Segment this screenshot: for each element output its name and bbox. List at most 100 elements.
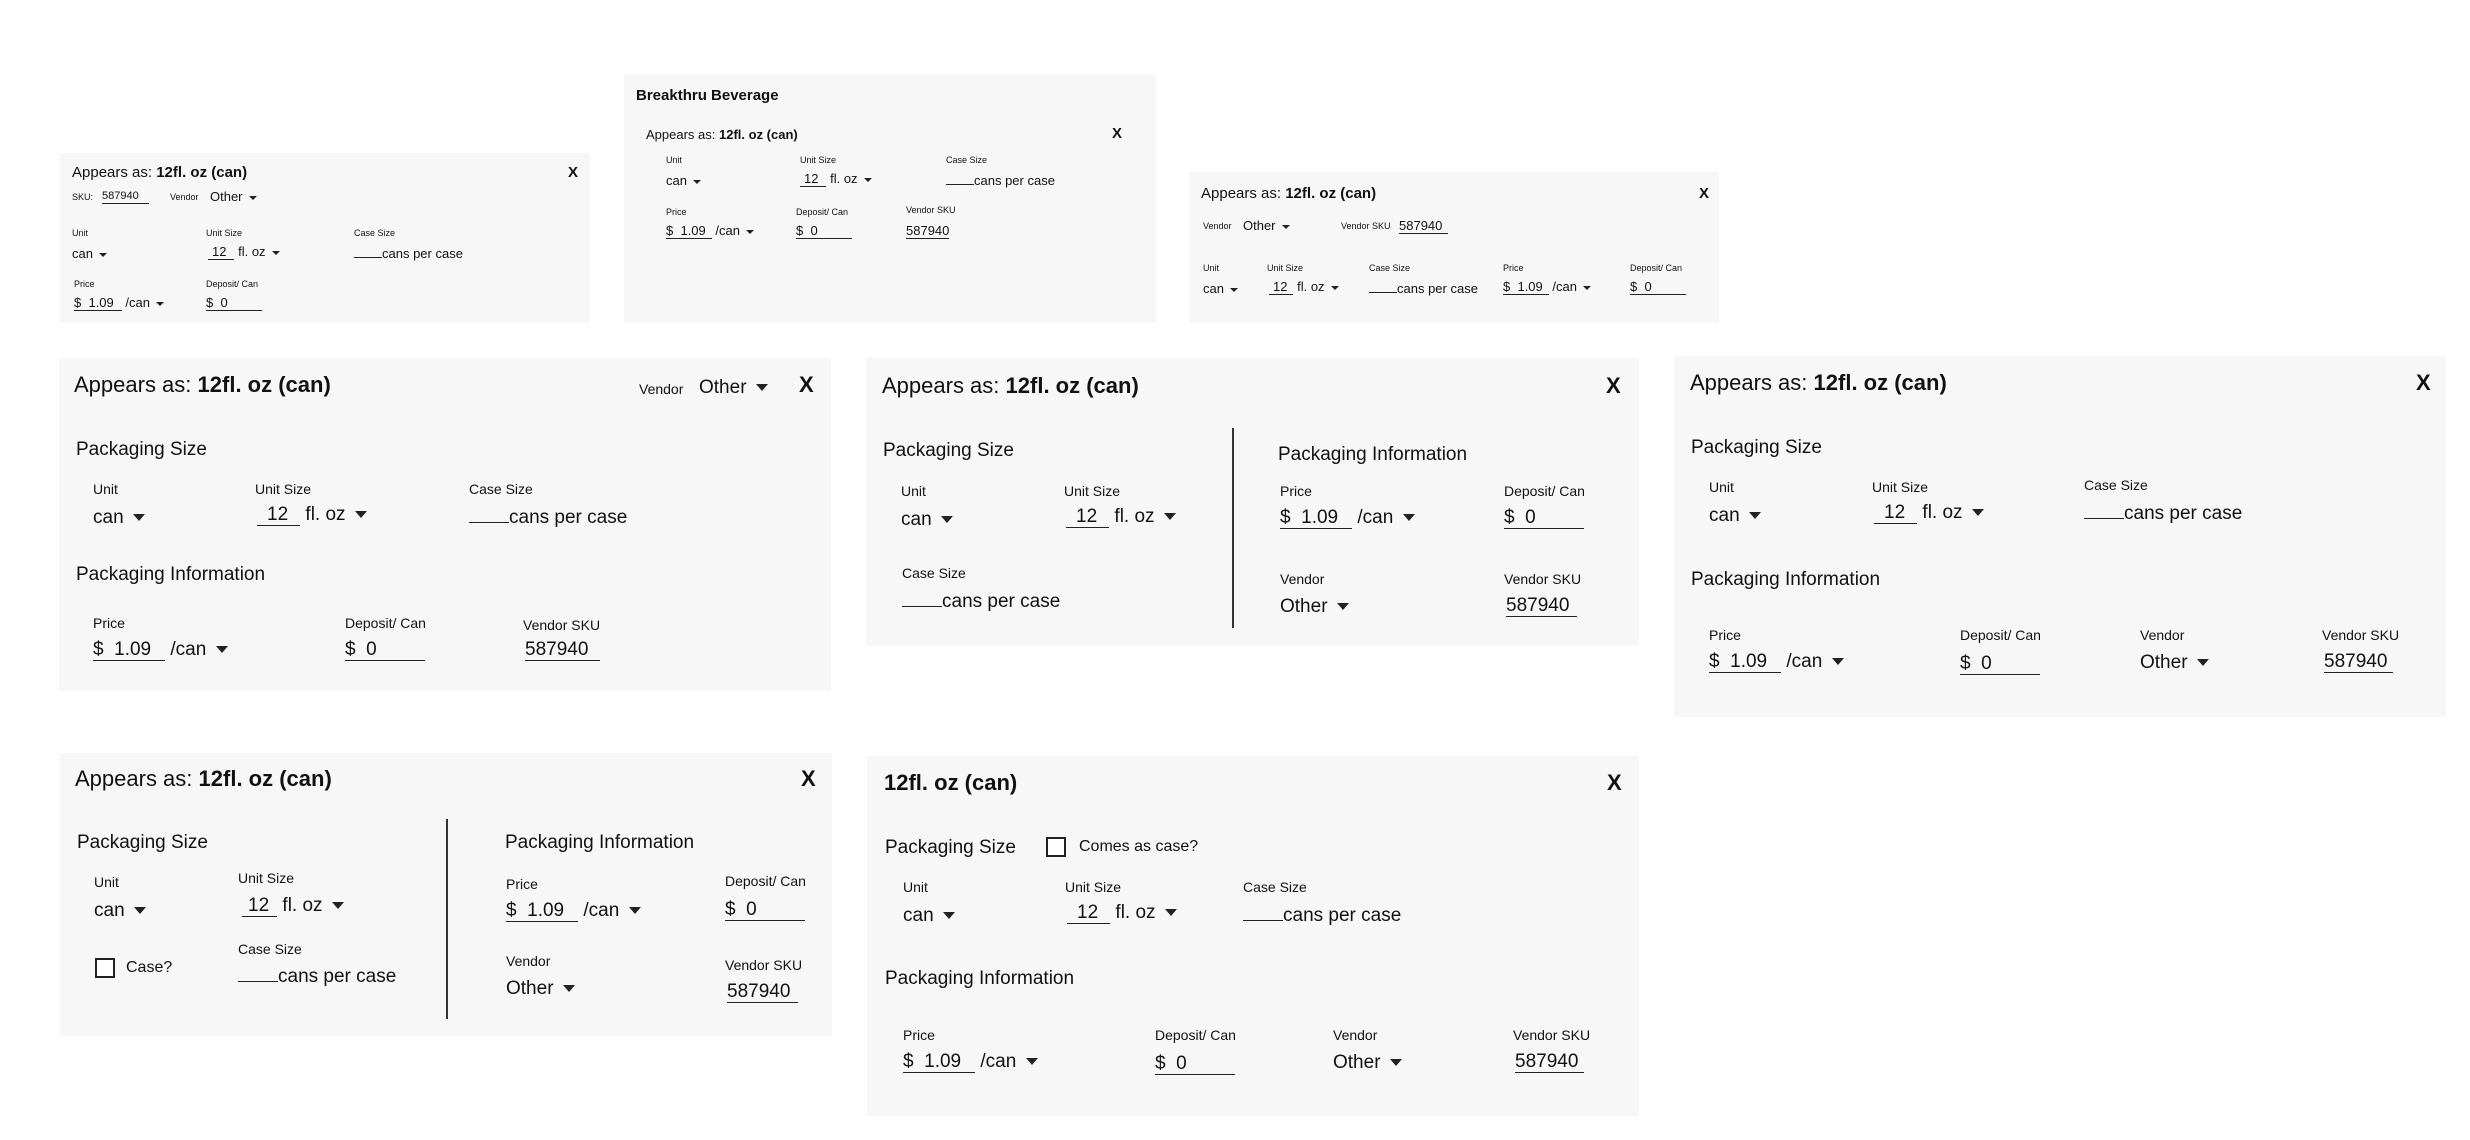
unit-size-field[interactable]: 12 fl. oz <box>800 172 873 187</box>
vendor-label: Vendor <box>506 953 551 969</box>
close-button[interactable]: X <box>568 165 578 180</box>
deposit-field[interactable]: $ 0 <box>796 224 852 239</box>
unit-label: Unit <box>903 879 928 895</box>
vendor-sku-field[interactable]: 587940 <box>525 640 601 661</box>
chevron-down-icon <box>1025 1058 1038 1066</box>
sku-field[interactable]: 587940 <box>102 190 149 204</box>
price-field[interactable]: $ 1.09 /can <box>93 640 228 661</box>
unit-size-field[interactable]: 12 fl. oz <box>1874 503 1985 524</box>
close-button[interactable]: X <box>801 768 816 790</box>
vendor-dropdown[interactable]: Other <box>2140 653 2210 672</box>
packaging-size-title: Packaging Size <box>885 837 1016 858</box>
chevron-down-icon <box>1831 658 1844 666</box>
card-6: Appears as: 12fl. oz (can) X Packaging S… <box>1674 356 2446 717</box>
price-field[interactable]: $ 1.09 /can <box>1503 280 1592 295</box>
case-size-field[interactable]: cans per case <box>902 592 1060 611</box>
price-field[interactable]: $ 1.09 /can <box>74 296 165 311</box>
unit-dropdown[interactable]: can <box>903 906 956 925</box>
close-button[interactable]: X <box>799 374 814 396</box>
unit-dropdown[interactable]: can <box>1203 282 1239 295</box>
deposit-field[interactable]: $ 0 <box>1630 280 1686 295</box>
unit-dropdown[interactable]: can <box>901 510 954 529</box>
packaging-info-title: Packaging Information <box>76 564 266 585</box>
chevron-down-icon <box>1282 224 1291 229</box>
appears-as-heading: Appears as: 12fl. oz (can) <box>882 373 1139 398</box>
mini-card-2: Breakthru Beverage Appears as: 12fl. oz … <box>624 74 1156 323</box>
chevron-down-icon <box>864 177 873 182</box>
close-button[interactable]: X <box>1112 126 1122 141</box>
column-divider <box>446 819 448 1019</box>
price-label: Price <box>1503 263 1524 273</box>
case-size-field[interactable]: cans per case <box>946 174 1055 187</box>
vendor-dropdown[interactable]: Other <box>210 190 258 203</box>
chevron-down-icon <box>746 229 755 234</box>
price-field[interactable]: $ 1.09 /can <box>1709 652 1844 673</box>
unit-size-field[interactable]: 12 fl. oz <box>208 245 281 260</box>
price-field[interactable]: $ 1.09 /can <box>666 224 755 239</box>
unit-size-field[interactable]: 12 fl. oz <box>1067 903 1178 924</box>
price-field[interactable]: $ 1.09 /can <box>1280 508 1415 529</box>
sku-label: SKU: <box>72 192 94 202</box>
vendor-dropdown[interactable]: Other <box>506 979 576 998</box>
unit-dropdown[interactable]: can <box>1709 506 1762 525</box>
case-size-field[interactable]: cans per case <box>1243 906 1401 925</box>
price-field[interactable]: $ 1.09 /can <box>903 1052 1038 1073</box>
chevron-down-icon <box>215 646 228 654</box>
vendor-sku-field[interactable]: 587940 <box>1399 219 1449 234</box>
deposit-field[interactable]: $ 0 <box>1960 654 2040 675</box>
close-button[interactable]: X <box>1699 186 1709 201</box>
chevron-down-icon <box>628 907 641 915</box>
case-size-field[interactable]: cans per case <box>238 967 396 986</box>
vendor-label: Vendor <box>2140 627 2185 643</box>
unit-size-label: Unit Size <box>1065 879 1122 895</box>
unit-dropdown[interactable]: can <box>666 174 702 187</box>
unit-size-field[interactable]: 12 fl. oz <box>1066 507 1177 528</box>
close-button[interactable]: X <box>1606 375 1621 397</box>
unit-dropdown[interactable]: can <box>72 247 108 260</box>
case-checkbox-label: Case? <box>126 959 173 976</box>
case-size-field[interactable]: cans per case <box>354 247 463 260</box>
unit-dropdown[interactable]: can <box>93 508 146 527</box>
appears-as-heading: Appears as: 12fl. oz (can) <box>72 164 248 181</box>
appears-as-heading: Appears as: 12fl. oz (can) <box>1690 370 1947 395</box>
case-size-field[interactable]: cans per case <box>1369 282 1478 295</box>
appears-as-heading: Appears as: 12fl. oz (can) <box>1201 185 1377 202</box>
chevron-down-icon <box>941 516 954 524</box>
vendor-dropdown[interactable]: Other <box>699 378 769 397</box>
vendor-sku-field[interactable]: 587940 <box>1506 596 1578 617</box>
unit-size-field[interactable]: 12 fl. oz <box>257 505 368 526</box>
unit-size-field[interactable]: 12 fl. oz <box>1269 280 1340 295</box>
deposit-field[interactable]: $ 0 <box>1155 1054 1235 1075</box>
chevron-down-icon <box>249 195 258 200</box>
case-size-label: Case Size <box>902 565 966 581</box>
deposit-field[interactable]: $ 0 <box>725 900 805 921</box>
vendor-dropdown[interactable]: Other <box>1280 597 1350 616</box>
vendor-sku-field[interactable]: 587940 <box>1515 1052 1585 1073</box>
vendor-sku-field[interactable]: 587940 <box>2324 652 2394 673</box>
deposit-field[interactable]: $ 0 <box>345 640 425 661</box>
case-size-field[interactable]: cans per case <box>2084 504 2242 523</box>
comes-as-case-checkbox[interactable] <box>1046 837 1066 857</box>
chevron-down-icon <box>563 985 576 993</box>
unit-size-label: Unit Size <box>800 155 837 165</box>
case-checkbox[interactable] <box>95 958 115 978</box>
price-label: Price <box>666 207 687 217</box>
case-size-field[interactable]: cans per case <box>469 508 627 527</box>
vendor-dropdown[interactable]: Other <box>1243 219 1291 232</box>
vendor-dropdown[interactable]: Other <box>1333 1053 1403 1072</box>
unit-dropdown[interactable]: can <box>94 901 147 920</box>
unit-size-label: Unit Size <box>1872 479 1929 495</box>
case-size-label: Case Size <box>1369 263 1411 273</box>
vendor-sku-label: Vendor SKU <box>1341 221 1391 231</box>
vendor-sku-field[interactable]: 587940 <box>906 224 950 239</box>
unit-size-field[interactable]: 12 fl. oz <box>242 896 345 917</box>
close-button[interactable]: X <box>1607 772 1622 794</box>
deposit-field[interactable]: $ 0 <box>1504 508 1584 529</box>
price-field[interactable]: $ 1.09 /can <box>506 901 641 922</box>
vendor-sku-field[interactable]: 587940 <box>727 982 799 1003</box>
unit-label: Unit <box>94 874 119 890</box>
chevron-down-icon <box>1165 909 1178 917</box>
close-button[interactable]: X <box>2416 372 2431 394</box>
vendor-sku-label: Vendor SKU <box>523 617 601 633</box>
deposit-field[interactable]: $ 0 <box>206 296 262 311</box>
